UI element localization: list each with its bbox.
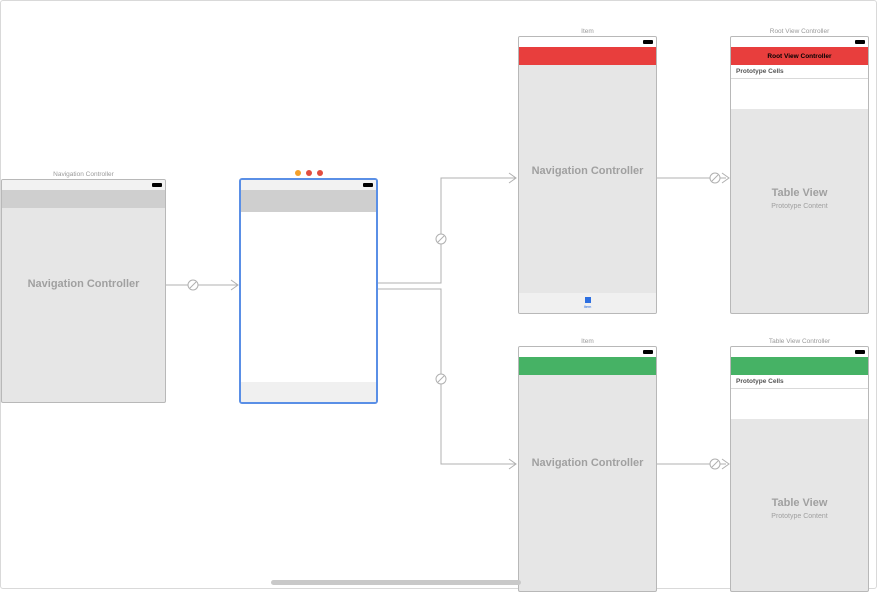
status-bar — [519, 37, 656, 47]
nav-bar-green — [519, 357, 656, 375]
scene-nav-a[interactable]: Navigation Controller Navigation Control… — [1, 169, 166, 403]
scene-tabbar-selected[interactable] — [239, 169, 378, 404]
body-label: Navigation Controller — [519, 165, 656, 177]
exit-icon — [306, 170, 312, 176]
prototype-cells-label: Prototype Cells — [731, 375, 868, 389]
nav-bar — [241, 190, 376, 212]
storyboard-canvas[interactable]: Navigation Controller Navigation Control… — [0, 0, 877, 589]
scene-nav-red[interactable]: Item Navigation Controller Item — [518, 26, 657, 314]
body-label: Table View — [731, 187, 868, 199]
tab-item-icon — [585, 297, 591, 303]
scene-title: Item — [518, 26, 657, 36]
nav-bar-red: Root View Controller — [731, 47, 868, 65]
body-sublabel: Prototype Content — [731, 513, 868, 520]
tab-item-label: Item — [584, 304, 592, 309]
tab-bar: Item — [519, 293, 656, 313]
scene-title: Navigation Controller — [1, 169, 166, 179]
body-label: Navigation Controller — [519, 457, 656, 469]
status-bar — [2, 180, 165, 190]
status-bar — [241, 180, 376, 190]
storyboard-ref-icon — [317, 170, 323, 176]
scene-indicators — [239, 169, 378, 178]
nav-bar-green — [731, 357, 868, 375]
scene-title: Table View Controller — [730, 336, 869, 346]
horizontal-scrollbar[interactable] — [271, 580, 521, 585]
status-bar — [731, 347, 868, 357]
prototype-cells-label: Prototype Cells — [731, 65, 868, 79]
body-label: Table View — [731, 497, 868, 509]
scene-title: Item — [518, 336, 657, 346]
nav-bar-red — [519, 47, 656, 65]
body-sublabel: Prototype Content — [731, 203, 868, 210]
scene-nav-green[interactable]: Item Navigation Controller — [518, 336, 657, 592]
first-responder-icon — [295, 170, 301, 176]
status-bar — [731, 37, 868, 47]
nav-bar — [2, 190, 165, 208]
status-bar — [519, 347, 656, 357]
tab-bar — [241, 382, 376, 402]
scene-title: Root View Controller — [730, 26, 869, 36]
scene-table-red[interactable]: Root View Controller Root View Controlle… — [730, 26, 869, 314]
nav-title: Root View Controller — [767, 53, 831, 60]
body-label: Navigation Controller — [2, 278, 165, 290]
scene-table-green[interactable]: Table View Controller Prototype Cells Ta… — [730, 336, 869, 592]
